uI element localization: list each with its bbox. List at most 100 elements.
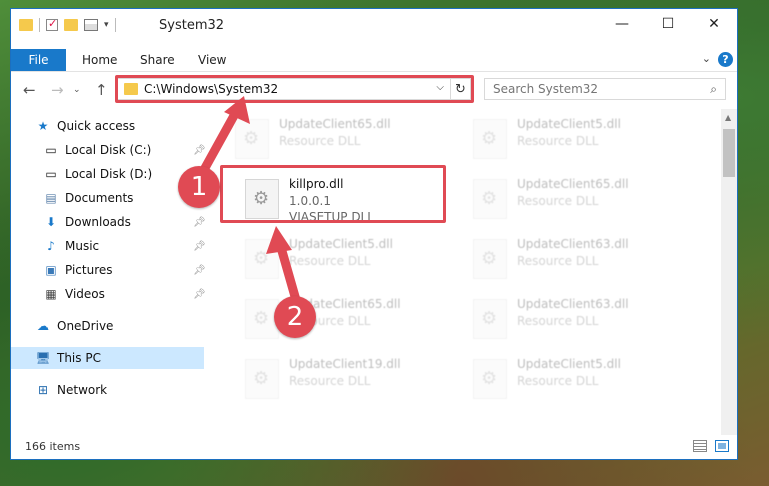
callout-step-2: 2 xyxy=(274,296,316,338)
large-icons-view-icon[interactable] xyxy=(715,440,729,452)
computer-icon: 🖥︎ xyxy=(35,351,51,365)
pin-icon[interactable]: 📌︎ xyxy=(193,145,206,156)
up-arrow-icon[interactable]: ↑ xyxy=(95,81,108,99)
tab-home[interactable]: Home xyxy=(82,53,117,67)
file-version: 1.0.0.1 xyxy=(289,194,331,208)
file-name: UpdateClient5.dll xyxy=(517,117,621,131)
sidebar-item-local-disk-d[interactable]: ▭ Local Disk (D:) xyxy=(11,163,204,185)
ribbon: File Home Share View ⌄ ? xyxy=(11,49,737,72)
file-description: Resource DLL xyxy=(517,314,599,328)
file-item[interactable]: UpdateClient5.dll Resource DLL xyxy=(473,355,693,407)
file-item-killpro[interactable]: killpro.dll 1.0.0.1 VIASETUP DLL xyxy=(245,175,465,227)
pin-icon[interactable]: 📌︎ xyxy=(193,265,206,276)
navigation-pane: ★ Quick access ▭ Local Disk (C:) 📌︎ ▭ Lo… xyxy=(11,109,206,435)
sidebar-item-label: Local Disk (D:) xyxy=(65,167,153,181)
tab-view[interactable]: View xyxy=(198,53,226,67)
sidebar-item-label: Network xyxy=(57,383,108,397)
dll-file-icon xyxy=(245,179,279,219)
file-item[interactable]: UpdateClient5.dll Resource DLL xyxy=(473,115,693,167)
drive-icon: ▭ xyxy=(45,143,57,157)
sidebar-item-label: OneDrive xyxy=(57,319,114,333)
videos-icon: ▦ xyxy=(45,287,57,301)
file-item[interactable]: UpdateClient5.dll Resource DLL xyxy=(245,235,465,287)
file-name: UpdateClient19.dll xyxy=(289,357,401,371)
sidebar-item-videos[interactable]: ▦ Videos 📌︎ xyxy=(11,283,206,305)
quick-access-toolbar: ▾ xyxy=(19,17,116,32)
file-list: UpdateClient65.dll Resource DLL UpdateCl… xyxy=(215,109,721,435)
star-icon: ★ xyxy=(37,119,49,133)
close-button[interactable]: ✕ xyxy=(691,9,737,39)
expand-ribbon-chevron-icon[interactable]: ⌄ xyxy=(702,52,711,65)
tab-file[interactable]: File xyxy=(11,49,66,71)
pin-icon[interactable]: 📌︎ xyxy=(193,241,206,252)
file-name: UpdateClient5.dll xyxy=(289,237,393,251)
sidebar-item-network[interactable]: ⊞ Network xyxy=(11,379,204,401)
pin-icon[interactable]: 📌︎ xyxy=(193,289,206,300)
sidebar-item-pictures[interactable]: ▣ Pictures 📌︎ xyxy=(11,259,206,281)
pin-icon[interactable]: 📌︎ xyxy=(193,217,206,228)
file-description: Resource DLL xyxy=(289,254,371,268)
toolbar-separator xyxy=(114,18,116,32)
item-count: 166 items xyxy=(25,440,81,453)
file-item[interactable]: UpdateClient19.dll Resource DLL xyxy=(245,355,465,407)
dll-file-icon xyxy=(245,239,279,279)
properties-check-icon[interactable] xyxy=(46,17,58,31)
refresh-button[interactable]: ↻ xyxy=(451,78,471,100)
drive-icon: ▭ xyxy=(45,167,57,181)
file-item[interactable]: UpdateClient63.dll Resource DLL xyxy=(473,295,693,347)
file-description: Resource DLL xyxy=(517,374,599,388)
sidebar-item-this-pc[interactable]: 🖥︎ This PC xyxy=(11,347,204,369)
address-path[interactable]: C:\Windows\System32 xyxy=(144,82,278,96)
file-name: UpdateClient5.dll xyxy=(517,357,621,371)
sidebar-item-onedrive[interactable]: ☁ OneDrive xyxy=(11,315,204,337)
help-icon[interactable]: ? xyxy=(718,52,733,67)
sidebar-item-label: This PC xyxy=(57,351,101,365)
scrollbar-thumb[interactable] xyxy=(723,129,735,177)
file-description: Resource DLL xyxy=(289,374,371,388)
sidebar-item-downloads[interactable]: ⬇ Downloads 📌︎ xyxy=(11,211,206,233)
address-bar[interactable]: C:\Windows\System32 ⌵ xyxy=(117,78,451,100)
properties-icon[interactable] xyxy=(84,19,98,31)
file-item[interactable]: UpdateClient63.dll Resource DLL xyxy=(473,235,693,287)
music-icon: ♪ xyxy=(47,239,55,253)
recent-locations-chevron-icon[interactable]: ⌄ xyxy=(73,85,81,95)
sidebar-item-music[interactable]: ♪ Music 📌︎ xyxy=(11,235,206,257)
tab-share[interactable]: Share xyxy=(140,53,175,67)
vertical-scrollbar[interactable]: ▲ xyxy=(721,109,737,435)
forward-arrow-icon[interactable]: → xyxy=(51,81,64,99)
dll-file-icon xyxy=(245,359,279,399)
minimize-button[interactable]: — xyxy=(599,9,645,39)
sidebar-item-local-disk-c[interactable]: ▭ Local Disk (C:) 📌︎ xyxy=(11,139,206,161)
details-view-icon[interactable] xyxy=(693,440,707,452)
address-history-chevron-icon[interactable]: ⌵ xyxy=(436,82,444,93)
sidebar-item-label: Documents xyxy=(65,191,134,205)
new-folder-icon[interactable] xyxy=(64,19,78,31)
folder-icon xyxy=(19,19,33,31)
search-icon[interactable]: ⌕ xyxy=(710,82,717,97)
customize-toolbar-chevron-icon[interactable]: ▾ xyxy=(104,20,109,30)
search-box[interactable]: ⌕ xyxy=(484,78,726,100)
window-title: System32 xyxy=(159,18,225,33)
caption-buttons: — ☐ ✕ xyxy=(599,9,737,39)
pictures-icon: ▣ xyxy=(45,263,57,277)
file-item[interactable]: UpdateClient65.dll Resource DLL xyxy=(235,115,455,167)
dll-file-icon xyxy=(473,119,507,159)
scroll-up-icon[interactable]: ▲ xyxy=(725,113,731,122)
dll-file-icon xyxy=(473,239,507,279)
dll-file-icon xyxy=(473,359,507,399)
callout-step-1: 1 xyxy=(178,166,220,208)
sidebar-item-label: Local Disk (C:) xyxy=(65,143,152,157)
search-input[interactable] xyxy=(491,81,695,97)
dll-file-icon xyxy=(235,119,269,159)
file-name: UpdateClient63.dll xyxy=(517,237,629,251)
sidebar-item-label: Pictures xyxy=(65,263,113,277)
status-bar: 166 items xyxy=(11,435,737,459)
file-description: Resource DLL xyxy=(279,134,361,148)
file-item[interactable]: UpdateClient65.dll Resource DLL xyxy=(473,175,693,227)
file-name: UpdateClient63.dll xyxy=(517,297,629,311)
sidebar-item-quick-access[interactable]: ★ Quick access xyxy=(11,115,204,137)
back-arrow-icon[interactable]: ← xyxy=(23,81,36,99)
maximize-button[interactable]: ☐ xyxy=(645,9,691,39)
file-name: UpdateClient65.dll xyxy=(517,177,629,191)
sidebar-item-documents[interactable]: ▤ Documents 📌︎ xyxy=(11,187,205,209)
